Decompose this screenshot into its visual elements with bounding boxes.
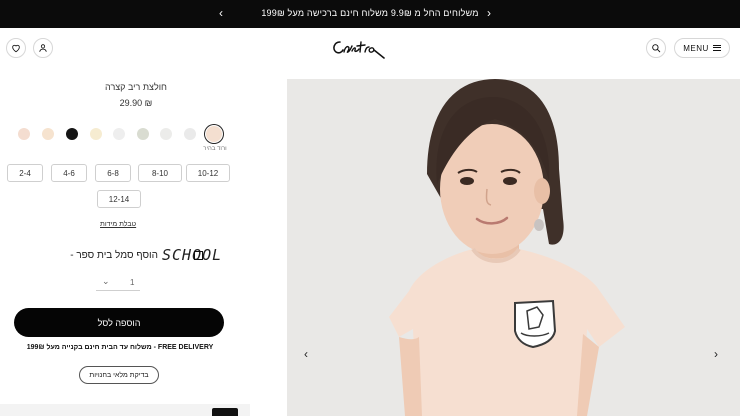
wishlist-heart-icon[interactable]: [6, 38, 26, 58]
color-swatch[interactable]: [18, 128, 30, 140]
gallery-prev-chevron-icon[interactable]: ‹: [299, 347, 313, 361]
color-swatch[interactable]: [113, 128, 125, 140]
gallery-next-chevron-icon[interactable]: ›: [709, 347, 723, 361]
color-swatch[interactable]: [42, 128, 54, 140]
free-delivery-text: משלוח עד הבית חינם בקנייה מעל 199₪ - FRE…: [26, 344, 214, 351]
size-option[interactable]: 10-12: [186, 164, 230, 182]
announcement-text: משלוחים החל מ 9.9₪ משלוח חינם ברכישה מעל…: [261, 8, 479, 18]
product-image: ‹ ›: [287, 79, 740, 416]
school-option-text: - הוסף סמל בית ספר: [70, 250, 158, 261]
product-price: 29.90 ₪: [119, 98, 153, 108]
castro-logo[interactable]: [330, 36, 386, 62]
color-swatch[interactable]: [184, 128, 196, 140]
bottom-card-peek: [212, 408, 238, 416]
announcement-next-chevron-icon[interactable]: ›: [482, 6, 496, 20]
bottom-card: [0, 404, 250, 416]
size-table-link[interactable]: טבלת מידות: [100, 221, 136, 228]
quantity-value: 1: [130, 278, 135, 287]
menu-button[interactable]: MENU: [674, 38, 730, 58]
product-info-panel: חולצת ריב קצרה 29.90 ₪ ורוד בהיר 2-4 4-6…: [0, 70, 285, 416]
check-store-availability-button[interactable]: בדיקת מלאי בחנויות: [79, 366, 159, 384]
color-swatch[interactable]: [137, 128, 149, 140]
announcement-bar: ‹ משלוחים החל מ 9.9₪ משלוח חינם ברכישה מ…: [0, 0, 740, 28]
child-model-illustration: [287, 79, 740, 416]
size-option[interactable]: 2-4: [7, 164, 43, 182]
school-logo-option: - הוסף סמל בית ספר SCHOOL: [30, 246, 270, 266]
add-to-cart-button[interactable]: הוספה לסל: [14, 308, 224, 337]
size-option[interactable]: 6-8: [95, 164, 131, 182]
search-icon[interactable]: [646, 38, 666, 58]
site-header: MENU: [0, 28, 740, 70]
hamburger-icon: [712, 45, 721, 51]
color-swatch[interactable]: [90, 128, 102, 140]
quantity-select[interactable]: ⌄ 1: [96, 275, 140, 291]
size-option[interactable]: 12-14: [97, 190, 141, 208]
chevron-down-icon: ⌄: [102, 276, 110, 286]
selected-color-name: ורוד בהיר: [203, 146, 227, 152]
menu-label: MENU: [683, 43, 709, 53]
size-option[interactable]: 8-10: [138, 164, 182, 182]
color-swatch[interactable]: [66, 128, 78, 140]
size-option[interactable]: 4-6: [51, 164, 87, 182]
color-swatch-selected[interactable]: [206, 126, 222, 142]
product-title: חולצת ריב קצרה: [105, 82, 167, 92]
school-logo-text: SCHOOL: [162, 246, 223, 264]
color-swatch[interactable]: [160, 128, 172, 140]
account-user-icon[interactable]: [33, 38, 53, 58]
school-logo-checkbox[interactable]: [194, 251, 203, 260]
